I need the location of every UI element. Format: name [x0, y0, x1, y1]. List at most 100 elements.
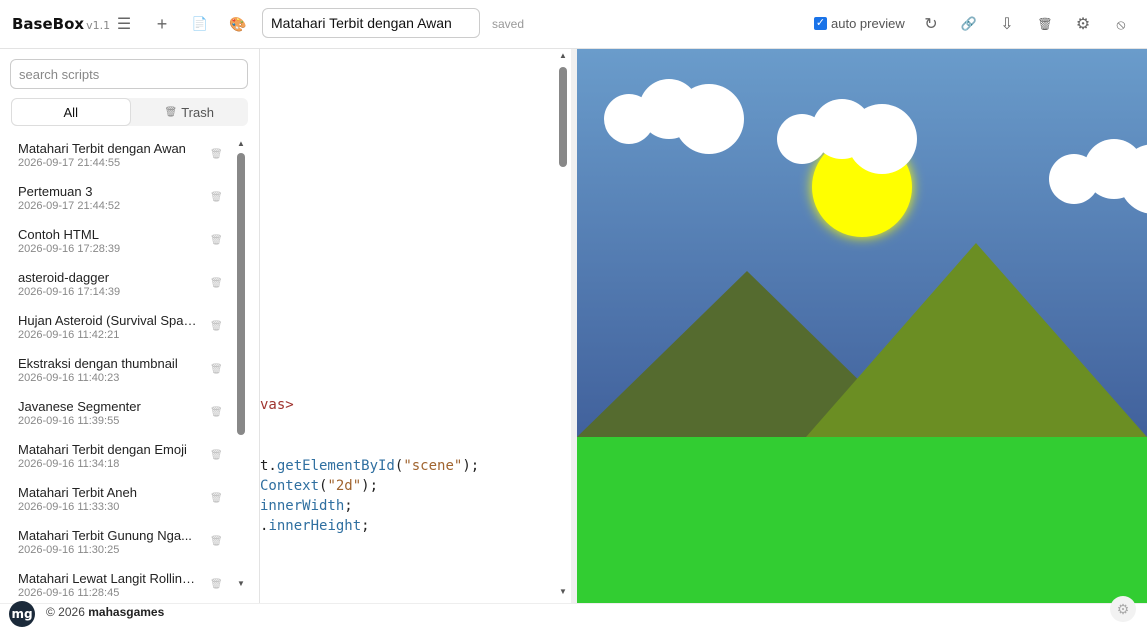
script-title-input[interactable] [262, 8, 480, 38]
code-token: Context [260, 478, 320, 494]
footer: mg © 2026 mahasgames ⚙ [0, 596, 1147, 632]
code-token: ); [462, 458, 480, 474]
app-brand: BaseBox v1.1 [12, 15, 110, 33]
document-icon[interactable]: 📄 [188, 12, 212, 36]
code-token: t. [260, 458, 277, 474]
script-date: 2026-09-16 17:28:39 [18, 243, 121, 255]
script-date: 2026-09-17 21:44:55 [18, 157, 121, 169]
top-toolbar: BaseBoxv1.1 ☰ + 📄 🎨 saved ✓ auto preview… [0, 0, 1147, 49]
checkbox-icon[interactable]: ✓ [814, 17, 827, 30]
sidebar-tabs: All 🗑 Trash [11, 98, 248, 126]
block-icon[interactable]: ⦸ [1109, 12, 1133, 36]
preview-scene [577, 49, 1147, 603]
script-name: Matahari Terbit dengan Emoji [18, 442, 187, 457]
menu-icon[interactable]: ☰ [112, 12, 136, 36]
search-input[interactable] [10, 59, 248, 89]
delete-icon[interactable]: 🗑 [210, 364, 223, 375]
scroll-up-arrow-icon[interactable]: ▲ [557, 51, 569, 60]
script-date: 2026-09-16 11:40:23 [18, 372, 120, 384]
list-item[interactable]: Pertemuan 3 2026-09-17 21:44:52 🗑 [0, 180, 235, 223]
list-item[interactable]: Ekstraksi dengan thumbnail 2026-09-16 11:… [0, 352, 235, 395]
code-token: "scene" [403, 458, 463, 474]
scroll-down-arrow-icon[interactable]: ▼ [557, 587, 569, 596]
save-status: saved [492, 17, 525, 31]
code-token: ; [344, 498, 353, 514]
list-item[interactable]: Javanese Segmenter 2026-09-16 11:39:55 🗑 [0, 395, 235, 438]
script-name: Ekstraksi dengan thumbnail [18, 356, 178, 371]
delete-icon[interactable]: 🗑 [210, 579, 223, 590]
code-line: vas> [260, 397, 294, 413]
list-item[interactable]: Hujan Asteroid (Survival Space) 2026-09-1… [0, 309, 235, 352]
code-line: t.getElementById("scene"); [260, 458, 479, 474]
script-name: Matahari Terbit Gunung Nga... [18, 528, 192, 543]
download-icon[interactable]: ⇩ [995, 12, 1019, 36]
list-item[interactable]: Matahari Terbit dengan Emoji 2026-09-16 1… [0, 438, 235, 481]
delete-icon[interactable]: 🗑 [210, 278, 223, 289]
delete-icon[interactable]: 🗑 [210, 450, 223, 461]
delete-icon[interactable]: 🗑 [210, 493, 223, 504]
scrollbar-thumb[interactable] [559, 67, 567, 167]
script-name: Matahari Lewat Langit Rolling... [18, 571, 200, 586]
list-item[interactable]: asteroid-dagger 2026-09-16 17:14:39 🗑 [0, 266, 235, 309]
avatar[interactable]: mg [9, 601, 35, 627]
scrollbar-thumb[interactable] [237, 153, 245, 435]
auto-preview-toggle[interactable]: ✓ auto preview [814, 16, 905, 31]
script-date: 2026-09-16 11:30:25 [18, 544, 120, 556]
script-name: Pertemuan 3 [18, 184, 93, 199]
delete-icon[interactable]: 🗑 [210, 321, 223, 332]
script-date: 2026-09-17 21:44:52 [18, 200, 121, 212]
script-list: Matahari Terbit dengan Awan 2026-09-17 21… [0, 137, 235, 603]
reload-icon[interactable]: ↻ [919, 12, 943, 36]
script-date: 2026-09-16 11:34:18 [18, 458, 120, 470]
delete-icon[interactable]: 🗑 [210, 192, 223, 203]
list-item[interactable]: Matahari Terbit Gunung Nga... 2026-09-16 … [0, 524, 235, 567]
list-item[interactable]: Matahari Terbit dengan Awan 2026-09-17 21… [0, 137, 235, 180]
code-editor[interactable]: vas> t.getElementById("scene"); Context("2… [260, 49, 570, 603]
script-name: Matahari Terbit Aneh [18, 485, 137, 500]
tab-trash[interactable]: 🗑 Trash [131, 98, 249, 126]
grass [577, 437, 1147, 603]
app-name: BaseBox [12, 15, 85, 33]
scroll-up-arrow-icon[interactable]: ▲ [236, 139, 246, 148]
script-name: Javanese Segmenter [18, 399, 141, 414]
editor-scrollbar[interactable]: ▲ ▼ [557, 49, 569, 603]
script-date: 2026-09-16 11:33:30 [18, 501, 120, 513]
code-line: Context("2d"); [260, 478, 378, 494]
delete-icon[interactable]: 🗑 [210, 407, 223, 418]
code-line: .innerHeight; [260, 518, 370, 534]
copyright-owner[interactable]: mahasgames [88, 605, 164, 619]
list-item[interactable]: Matahari Lewat Langit Rolling... 2026-09-… [0, 567, 235, 603]
gear-icon[interactable]: ⚙ [1110, 596, 1136, 622]
script-date: 2026-09-16 11:42:21 [18, 329, 120, 341]
link-icon[interactable]: 🔗 [957, 12, 981, 36]
script-name: Hujan Asteroid (Survival Space) [18, 313, 200, 328]
scripts-sidebar: All 🗑 Trash Matahari Terbit dengan Awan2… [0, 49, 260, 603]
copyright: © 2026 mahasgames [46, 605, 164, 619]
code-token: ; [361, 518, 370, 534]
scroll-down-arrow-icon[interactable]: ▼ [236, 579, 246, 588]
new-script-icon[interactable]: + [150, 12, 174, 36]
list-item[interactable]: Contoh HTML 2026-09-16 17:28:39 🗑 [0, 223, 235, 266]
code-line: innerWidth; [260, 498, 353, 514]
tab-trash-label: Trash [181, 104, 214, 120]
script-date: 2026-09-16 11:39:55 [18, 415, 120, 427]
preview-pane [577, 49, 1147, 603]
script-name: asteroid-dagger [18, 270, 110, 285]
trash-icon: 🗑 [164, 106, 178, 118]
settings-icon[interactable]: ⚙ [1071, 12, 1095, 36]
code-token: "2d" [327, 478, 362, 494]
script-name: Contoh HTML [18, 227, 99, 242]
delete-icon[interactable]: 🗑 [210, 149, 223, 160]
tab-all-label: All [63, 104, 78, 120]
script-date: 2026-09-16 17:14:39 [18, 286, 121, 298]
trash-icon[interactable]: 🗑 [1033, 12, 1057, 36]
delete-icon[interactable]: 🗑 [210, 235, 223, 246]
delete-icon[interactable]: 🗑 [210, 536, 223, 547]
auto-preview-label: auto preview [831, 16, 905, 31]
palette-icon[interactable]: 🎨 [226, 12, 250, 36]
code-token: ); [361, 478, 379, 494]
sidebar-scrollbar[interactable]: ▲ ▼ [236, 137, 246, 595]
list-item[interactable]: Matahari Terbit Aneh 2026-09-16 11:33:30 🗑 [0, 481, 235, 524]
tab-all[interactable]: All [11, 98, 131, 126]
copyright-text: © 2026 [46, 605, 85, 619]
